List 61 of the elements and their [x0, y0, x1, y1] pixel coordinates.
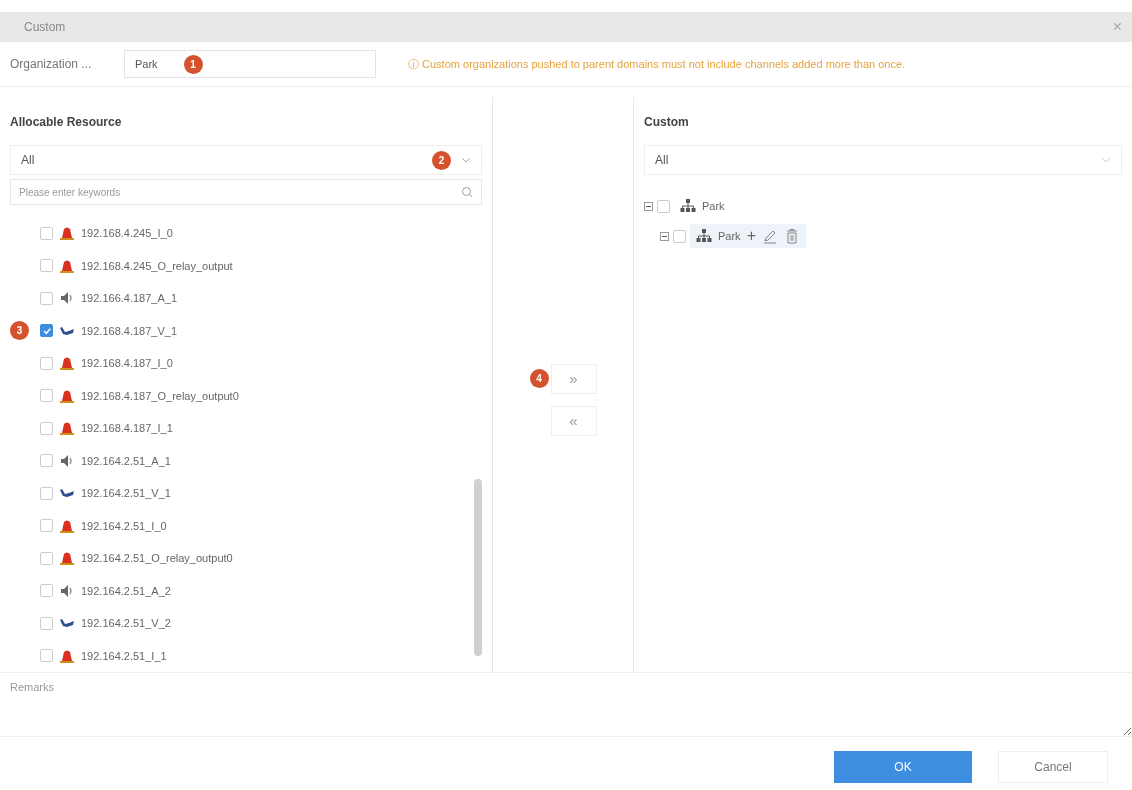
- step-badge: 3: [10, 321, 29, 341]
- checkbox[interactable]: [40, 551, 53, 565]
- checkbox[interactable]: [673, 229, 686, 243]
- organization-name-field[interactable]: Park 1: [124, 50, 376, 78]
- chevron-down-icon: [461, 157, 471, 163]
- checkbox[interactable]: [40, 291, 53, 305]
- resource-item[interactable]: 192.164.2.51_A_2: [81, 584, 171, 597]
- resource-item[interactable]: 192.164.2.51_A_1: [81, 454, 171, 467]
- search-icon: [461, 186, 473, 198]
- checkbox[interactable]: [657, 199, 670, 213]
- step-badge: 1: [183, 54, 203, 74]
- checkbox[interactable]: [40, 421, 53, 435]
- resource-item[interactable]: 192.164.2.51_V_1: [81, 487, 171, 500]
- collapse-toggle-icon[interactable]: [644, 201, 653, 211]
- add-button[interactable]: +: [746, 227, 756, 245]
- checkbox[interactable]: [40, 519, 53, 533]
- resource-item[interactable]: 192.168.4.187_I_1: [81, 422, 173, 435]
- resource-item[interactable]: 192.164.2.51_I_0: [81, 519, 167, 532]
- resource-item[interactable]: 192.164.2.51_V_2: [81, 617, 171, 630]
- resource-item[interactable]: 192.168.4.187_V_1: [81, 324, 178, 337]
- resource-item[interactable]: 192.168.4.187_I_0: [81, 357, 173, 370]
- resource-item[interactable]: 192.164.2.51_I_1: [81, 649, 167, 662]
- chevron-down-icon: [1101, 157, 1111, 163]
- window-title: Custom: [24, 20, 66, 34]
- alarm-light-icon: [59, 550, 75, 567]
- panel-title: Custom: [644, 114, 690, 131]
- checkbox[interactable]: [40, 649, 53, 663]
- tree-node[interactable]: Park +: [690, 224, 806, 248]
- alarm-light-icon: [59, 355, 75, 372]
- tree-node[interactable]: Park: [674, 195, 731, 217]
- search-field[interactable]: Please enter keywords: [10, 179, 482, 205]
- checkbox[interactable]: [40, 259, 53, 273]
- resource-item[interactable]: 192.166.4.187_A_1: [81, 292, 178, 305]
- checkbox[interactable]: [40, 324, 53, 338]
- checkbox[interactable]: [40, 356, 53, 370]
- checkbox[interactable]: [40, 584, 53, 598]
- hierarchy-icon: [696, 228, 712, 244]
- ok-button[interactable]: OK: [834, 751, 972, 783]
- resource-item[interactable]: 192.164.2.51_O_relay_output0: [81, 552, 233, 565]
- checkbox[interactable]: [40, 454, 53, 468]
- edit-icon[interactable]: [761, 228, 778, 244]
- warning-hint: ⓘ Custom organizations pushed to parent domains must not include channels added more than once.: [408, 56, 906, 72]
- panel-title: Allocable Resource: [10, 114, 123, 131]
- step-badge: 2: [432, 150, 451, 170]
- hierarchy-icon: [680, 198, 696, 214]
- resource-item[interactable]: 192.168.4.245_I_0: [81, 227, 173, 240]
- checkbox[interactable]: [40, 616, 53, 630]
- resource-item[interactable]: 192.168.4.245_O_relay_output: [81, 259, 233, 272]
- alarm-light-icon: [59, 225, 75, 242]
- resource-item[interactable]: 192.168.4.187_O_relay_output0: [81, 389, 239, 402]
- alarm-light-icon: [59, 420, 75, 437]
- checkbox[interactable]: [40, 389, 53, 403]
- checkbox[interactable]: [40, 486, 53, 500]
- filter-dropdown[interactable]: All 2: [10, 145, 482, 175]
- checkbox[interactable]: [40, 226, 53, 240]
- field-label: Organization ...: [10, 57, 93, 71]
- step-badge: 4: [529, 369, 549, 388]
- filter-dropdown[interactable]: All: [644, 145, 1122, 175]
- scrollbar-thumb[interactable]: [474, 479, 482, 656]
- collapse-toggle-icon[interactable]: [660, 231, 669, 241]
- cancel-button[interactable]: Cancel: [998, 751, 1108, 783]
